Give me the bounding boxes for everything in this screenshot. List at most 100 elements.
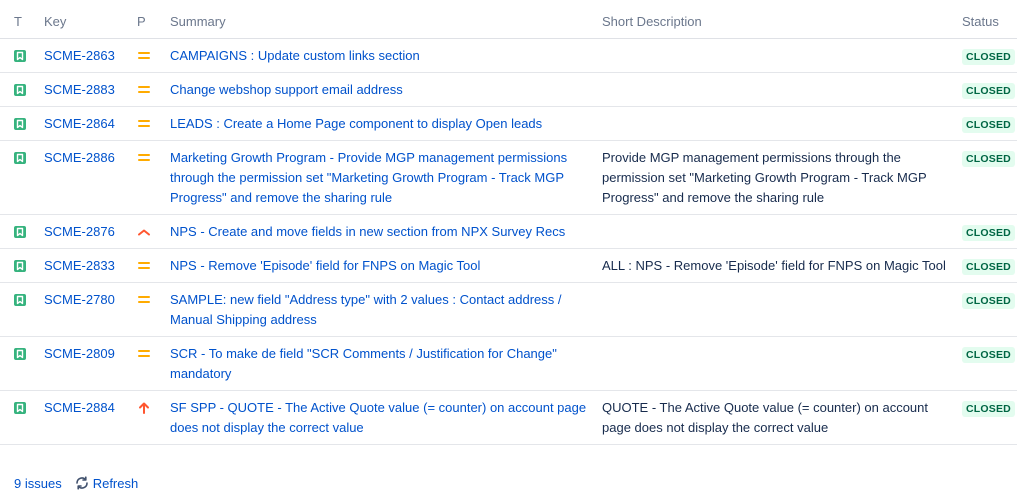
- story-icon: [14, 402, 26, 414]
- key-cell: SCME-2864: [44, 106, 137, 141]
- issue-summary-link[interactable]: NPS - Remove 'Episode' field for FNPS on…: [170, 258, 480, 273]
- priority-cell: [137, 390, 170, 445]
- column-header-status[interactable]: Status: [962, 4, 1017, 39]
- issue-key-link[interactable]: SCME-2780: [44, 292, 115, 307]
- story-icon: [14, 294, 26, 306]
- status-badge: CLOSED: [962, 347, 1015, 363]
- status-cell: CLOSED: [962, 214, 1017, 249]
- key-cell: SCME-2886: [44, 140, 137, 215]
- issue-summary-link[interactable]: NPS - Create and move fields in new sect…: [170, 224, 565, 239]
- issue-key-link[interactable]: SCME-2886: [44, 150, 115, 165]
- table-row[interactable]: SCME-2864 LEADS : Create a Home Page comp…: [0, 106, 1017, 141]
- priority-highest-icon: [139, 402, 149, 414]
- issue-summary-link[interactable]: SCR - To make de field "SCR Comments / J…: [170, 346, 557, 381]
- priority-cell: [137, 336, 170, 391]
- priority-medium-icon: [138, 350, 150, 357]
- issue-key-link[interactable]: SCME-2863: [44, 48, 115, 63]
- priority-medium-icon: [138, 86, 150, 93]
- short-description-text: Provide MGP management permissions throu…: [602, 150, 927, 205]
- type-cell: [0, 140, 44, 215]
- story-icon: [14, 260, 26, 272]
- table-row[interactable]: SCME-2809 SCR - To make de field "SCR Com…: [0, 336, 1017, 391]
- column-header-type[interactable]: T: [0, 4, 44, 39]
- issues-table: T Key P Summary Short Description Status…: [0, 4, 1017, 445]
- table-row[interactable]: SCME-2780 SAMPLE: new field "Address type…: [0, 282, 1017, 337]
- status-cell: CLOSED: [962, 106, 1017, 141]
- table-row[interactable]: SCME-2863 CAMPAIGNS : Update custom links…: [0, 38, 1017, 73]
- table-row[interactable]: SCME-2833 NPS - Remove 'Episode' field fo…: [0, 248, 1017, 283]
- short-description-cell: [602, 38, 962, 73]
- status-cell: CLOSED: [962, 72, 1017, 107]
- status-cell: CLOSED: [962, 140, 1017, 215]
- story-icon: [14, 152, 26, 164]
- priority-cell: [137, 140, 170, 215]
- priority-cell: [137, 214, 170, 249]
- key-cell: SCME-2883: [44, 72, 137, 107]
- priority-cell: [137, 282, 170, 337]
- priority-medium-icon: [138, 154, 150, 161]
- key-cell: SCME-2780: [44, 282, 137, 337]
- short-description-cell: ALL : NPS - Remove 'Episode' field for F…: [602, 248, 962, 283]
- issue-summary-link[interactable]: CAMPAIGNS : Update custom links section: [170, 48, 420, 63]
- type-cell: [0, 282, 44, 337]
- type-cell: [0, 214, 44, 249]
- table-row[interactable]: SCME-2886 Marketing Growth Program - Prov…: [0, 140, 1017, 215]
- status-badge: CLOSED: [962, 117, 1015, 133]
- table-header-row: T Key P Summary Short Description Status: [0, 4, 1017, 39]
- story-icon: [14, 50, 26, 62]
- issue-summary-link[interactable]: LEADS : Create a Home Page component to …: [170, 116, 542, 131]
- summary-cell: SCR - To make de field "SCR Comments / J…: [170, 336, 602, 391]
- priority-cell: [137, 72, 170, 107]
- status-cell: CLOSED: [962, 282, 1017, 337]
- column-header-short-description[interactable]: Short Description: [602, 4, 962, 39]
- priority-medium-icon: [138, 120, 150, 127]
- issue-key-link[interactable]: SCME-2883: [44, 82, 115, 97]
- issue-key-link[interactable]: SCME-2809: [44, 346, 115, 361]
- status-badge: CLOSED: [962, 49, 1015, 65]
- short-description-cell: [602, 72, 962, 107]
- table-row[interactable]: SCME-2884 SF SPP - QUOTE - The Active Quo…: [0, 390, 1017, 445]
- refresh-button[interactable]: Refresh: [74, 475, 139, 491]
- short-description-cell: [602, 106, 962, 141]
- type-cell: [0, 248, 44, 283]
- short-description-text: QUOTE - The Active Quote value (= counte…: [602, 400, 929, 435]
- issue-key-link[interactable]: SCME-2864: [44, 116, 115, 131]
- issue-summary-link[interactable]: SAMPLE: new field "Address type" with 2 …: [170, 292, 561, 327]
- status-cell: CLOSED: [962, 38, 1017, 73]
- refresh-label: Refresh: [92, 475, 139, 491]
- type-cell: [0, 38, 44, 73]
- short-description-cell: [602, 214, 962, 249]
- issue-key-link[interactable]: SCME-2876: [44, 224, 115, 239]
- priority-cell: [137, 106, 170, 141]
- type-cell: [0, 390, 44, 445]
- type-cell: [0, 72, 44, 107]
- priority-medium-icon: [138, 296, 150, 303]
- issue-summary-link[interactable]: Change webshop support email address: [170, 82, 403, 97]
- issue-key-link[interactable]: SCME-2884: [44, 400, 115, 415]
- priority-cell: [137, 248, 170, 283]
- table-row[interactable]: SCME-2876 NPS - Create and move fields in…: [0, 214, 1017, 249]
- short-description-cell: [602, 282, 962, 337]
- story-icon: [14, 226, 26, 238]
- priority-medium-icon: [138, 262, 150, 269]
- status-badge: CLOSED: [962, 259, 1015, 275]
- key-cell: SCME-2833: [44, 248, 137, 283]
- key-cell: SCME-2876: [44, 214, 137, 249]
- type-cell: [0, 336, 44, 391]
- priority-cell: [137, 38, 170, 73]
- issue-summary-link[interactable]: SF SPP - QUOTE - The Active Quote value …: [170, 400, 586, 435]
- story-icon: [14, 348, 26, 360]
- summary-cell: LEADS : Create a Home Page component to …: [170, 106, 602, 141]
- status-badge: CLOSED: [962, 225, 1015, 241]
- issue-summary-link[interactable]: Marketing Growth Program - Provide MGP m…: [170, 150, 567, 205]
- column-header-summary[interactable]: Summary: [170, 4, 602, 39]
- short-description-cell: [602, 336, 962, 391]
- status-cell: CLOSED: [962, 390, 1017, 445]
- column-header-priority[interactable]: P: [137, 4, 170, 39]
- type-cell: [0, 106, 44, 141]
- summary-cell: NPS - Create and move fields in new sect…: [170, 214, 602, 249]
- table-row[interactable]: SCME-2883 Change webshop support email ad…: [0, 72, 1017, 107]
- short-description-cell: QUOTE - The Active Quote value (= counte…: [602, 390, 962, 445]
- column-header-key[interactable]: Key: [44, 4, 137, 39]
- issue-key-link[interactable]: SCME-2833: [44, 258, 115, 273]
